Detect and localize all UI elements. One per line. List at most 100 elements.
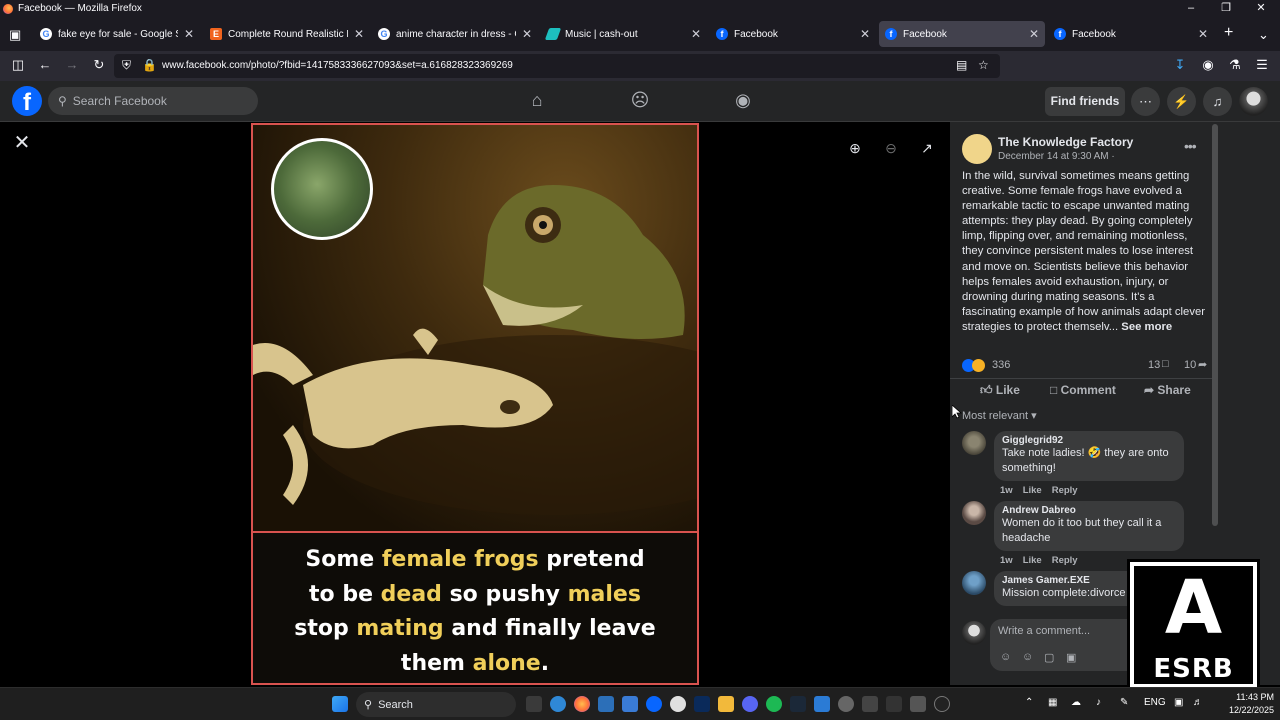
copilot-icon[interactable] bbox=[550, 696, 566, 712]
share-count[interactable]: 10 bbox=[1184, 359, 1196, 371]
fullscreen-icon[interactable]: ↗ bbox=[915, 136, 939, 160]
account-icon[interactable]: ◉ bbox=[1199, 57, 1217, 73]
app-icon[interactable] bbox=[670, 696, 686, 712]
system-clock[interactable]: 11:43 PM 12/22/2025 bbox=[1214, 691, 1274, 717]
lock-icon[interactable]: 🔒 bbox=[142, 58, 157, 72]
menu-icon[interactable]: ☰ bbox=[1253, 57, 1271, 73]
emoji-icon[interactable]: ☺ bbox=[1022, 651, 1033, 663]
comment-time[interactable]: 1w bbox=[1000, 485, 1013, 496]
close-tab-icon[interactable]: ✕ bbox=[860, 27, 870, 41]
post-date[interactable]: December 14 at 9:30 AM · bbox=[998, 151, 1115, 162]
tab-list-icon[interactable]: ⌄ bbox=[1258, 27, 1269, 43]
bookmark-star-icon[interactable]: ☆ bbox=[978, 58, 989, 72]
onedrive-icon[interactable]: ☁ bbox=[1071, 697, 1081, 708]
page-name[interactable]: The Knowledge Factory bbox=[998, 135, 1133, 149]
notifications-icon[interactable]: ♫ bbox=[1203, 87, 1232, 116]
file-explorer-icon[interactable] bbox=[718, 696, 734, 712]
reaction-count[interactable]: 336 bbox=[992, 359, 1010, 371]
new-tab-icon[interactable]: + bbox=[1224, 24, 1233, 42]
close-tab-icon[interactable]: ✕ bbox=[691, 27, 701, 41]
friends-icon[interactable]: ☹ bbox=[628, 90, 652, 112]
volume-icon[interactable]: ♬ bbox=[1193, 697, 1203, 708]
forward-icon[interactable]: → bbox=[63, 57, 81, 72]
audio-app-icon[interactable] bbox=[886, 696, 902, 712]
search-input[interactable] bbox=[72, 94, 233, 108]
network-icon[interactable]: ▣ bbox=[1174, 697, 1183, 708]
notepad-icon[interactable] bbox=[622, 696, 638, 712]
vscode-icon[interactable] bbox=[598, 696, 614, 712]
more-options-icon[interactable]: ••• bbox=[1184, 138, 1197, 154]
comment-like-button[interactable]: Like bbox=[1023, 555, 1042, 566]
see-more-link[interactable]: See more bbox=[1121, 321, 1172, 333]
commenter-avatar[interactable] bbox=[962, 501, 986, 525]
page-avatar[interactable] bbox=[962, 134, 992, 164]
reader-view-icon[interactable]: ▤ bbox=[956, 58, 967, 72]
extensions-icon[interactable]: ⚗ bbox=[1226, 57, 1244, 73]
facebook-logo-icon[interactable]: f bbox=[12, 86, 42, 116]
language-indicator[interactable]: ENG bbox=[1144, 697, 1166, 708]
menu-grid-icon[interactable]: ⋯ bbox=[1131, 87, 1160, 116]
microphone-icon[interactable]: ♪ bbox=[1096, 697, 1101, 708]
url-bar[interactable]: ⛨ 🔒 www.facebook.com/photo/?fbid=1417583… bbox=[114, 54, 1000, 78]
tab-facebook-3[interactable]: f Facebook ✕ bbox=[1048, 21, 1214, 47]
comment-count[interactable]: 13 bbox=[1148, 359, 1160, 371]
spotify-icon[interactable] bbox=[766, 696, 782, 712]
tab-facebook-2[interactable]: f Facebook ✕ bbox=[879, 21, 1045, 47]
avatar-sticker-icon[interactable]: ☺ bbox=[1000, 651, 1011, 663]
comment-sort-dropdown[interactable]: Most relevant ▾ bbox=[962, 409, 1037, 422]
url-text[interactable]: www.facebook.com/photo/?fbid=14175833366… bbox=[162, 60, 513, 71]
steam-icon[interactable] bbox=[790, 696, 806, 712]
comment-reply-button[interactable]: Reply bbox=[1052, 555, 1078, 566]
zoom-out-icon[interactable]: ⊖ bbox=[879, 136, 903, 160]
sidebar-icon[interactable]: ◫ bbox=[9, 57, 27, 73]
comment-like-button[interactable]: Like bbox=[1023, 485, 1042, 496]
groups-icon[interactable]: ◉ bbox=[731, 90, 755, 112]
app-icon[interactable] bbox=[862, 696, 878, 712]
task-view-icon[interactable] bbox=[526, 696, 542, 712]
close-window-icon[interactable]: ✕ bbox=[1244, 0, 1278, 17]
shield-icon[interactable]: ⛨ bbox=[122, 58, 131, 73]
tab-music[interactable]: Music | cash-out ✕ bbox=[541, 21, 707, 47]
commenter-avatar[interactable] bbox=[962, 571, 986, 595]
sticker-icon[interactable]: ▣ bbox=[1066, 651, 1076, 664]
close-tab-icon[interactable]: ✕ bbox=[184, 27, 194, 41]
discord-icon[interactable] bbox=[742, 696, 758, 712]
obs-icon[interactable] bbox=[934, 696, 950, 712]
minimize-icon[interactable]: – bbox=[1174, 0, 1208, 17]
back-icon[interactable]: ← bbox=[36, 57, 54, 72]
like-button[interactable]: 👍︎ Like bbox=[980, 383, 1020, 398]
gif-icon[interactable]: ▢ bbox=[1044, 651, 1054, 664]
tray-app-icon[interactable]: ▦ bbox=[1048, 697, 1057, 708]
close-tab-icon[interactable]: ✕ bbox=[522, 27, 532, 41]
comment-button[interactable]: □ Comment bbox=[1050, 383, 1116, 397]
paint-icon[interactable] bbox=[814, 696, 830, 712]
commenter-name[interactable]: Andrew Dabreo bbox=[1002, 505, 1176, 516]
maximize-icon[interactable]: ❐ bbox=[1209, 0, 1243, 17]
commenter-avatar[interactable] bbox=[962, 431, 986, 455]
pen-icon[interactable]: ✎ bbox=[1120, 697, 1128, 708]
close-tab-icon[interactable]: ✕ bbox=[1198, 27, 1208, 41]
reload-icon[interactable]: ↻ bbox=[90, 57, 108, 73]
facebook-search[interactable]: ⚲ bbox=[48, 87, 258, 115]
download-icon[interactable]: ↧ bbox=[1171, 57, 1189, 73]
close-tab-icon[interactable]: ✕ bbox=[1029, 27, 1039, 41]
share-button[interactable]: ➦ Share bbox=[1144, 383, 1191, 397]
tab-facebook-1[interactable]: f Facebook ✕ bbox=[710, 21, 876, 47]
home-icon[interactable]: ⌂ bbox=[525, 90, 549, 112]
tab-etsy[interactable]: E Complete Round Realistic Human ✕ bbox=[204, 21, 370, 47]
tab-google-anime[interactable]: G anime character in dress - Google ✕ bbox=[372, 21, 538, 47]
tab-google-fake-eye[interactable]: G fake eye for sale - Google Search ✕ bbox=[34, 21, 200, 47]
settings-icon[interactable] bbox=[838, 696, 854, 712]
taskbar-search[interactable]: ⚲ Search bbox=[356, 692, 516, 717]
comment-time[interactable]: 1w bbox=[1000, 555, 1013, 566]
commenter-name[interactable]: Gigglegrid92 bbox=[1002, 435, 1176, 446]
close-tab-icon[interactable]: ✕ bbox=[354, 27, 364, 41]
tab-overview-icon[interactable]: ▣ bbox=[9, 27, 21, 43]
firefox-taskbar-icon[interactable] bbox=[574, 696, 590, 712]
profile-avatar[interactable] bbox=[1239, 87, 1268, 116]
close-icon[interactable]: ✕ bbox=[12, 130, 32, 155]
tray-chevron-icon[interactable]: ⌃ bbox=[1025, 697, 1033, 708]
comment-reply-button[interactable]: Reply bbox=[1052, 485, 1078, 496]
sidebar-scrollbar[interactable] bbox=[1212, 124, 1218, 526]
start-icon[interactable] bbox=[332, 696, 348, 712]
